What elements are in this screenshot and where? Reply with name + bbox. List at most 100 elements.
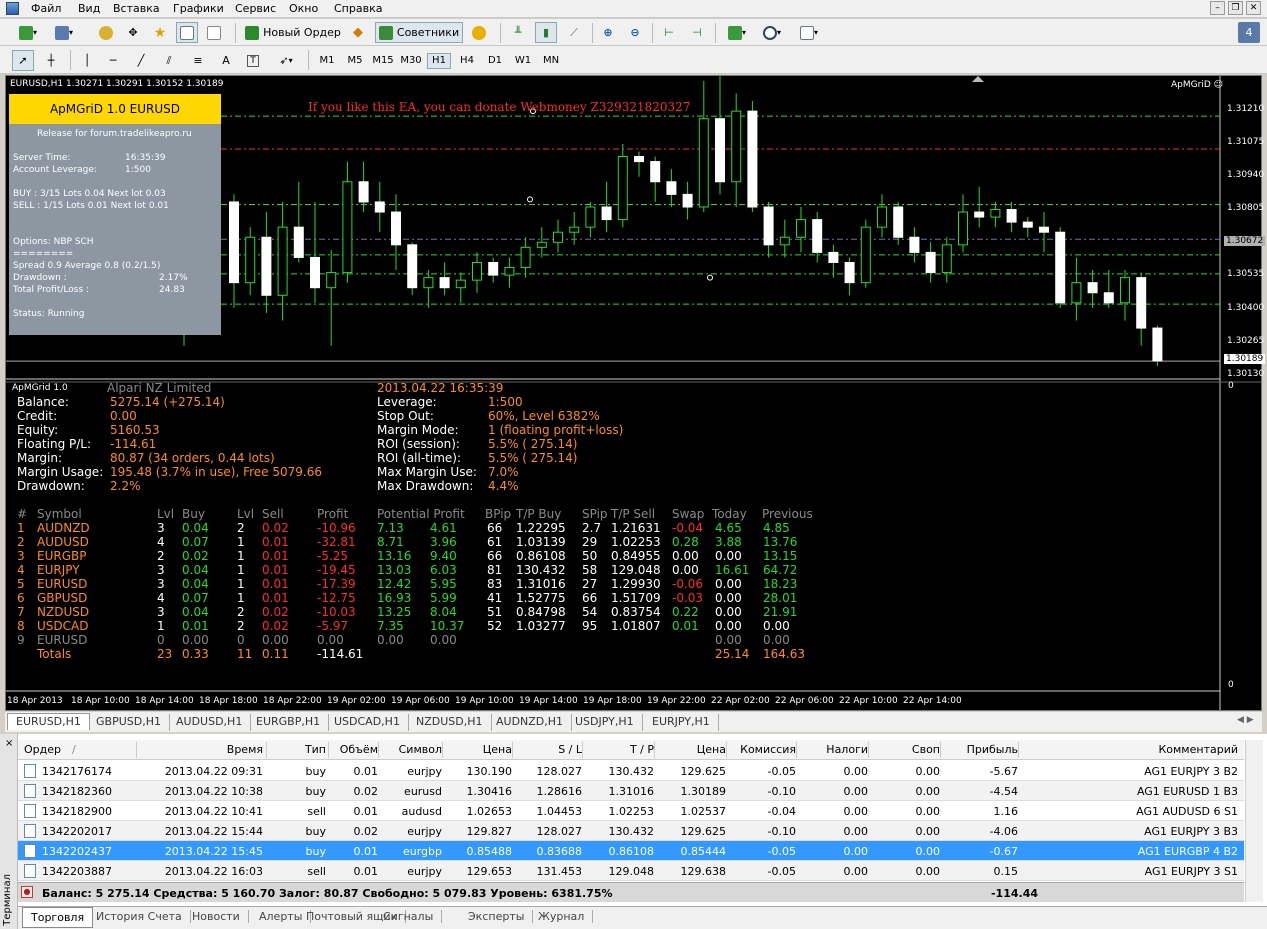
- chart-tab[interactable]: EURUSD,H1: [7, 713, 90, 730]
- tf-mn[interactable]: MN: [539, 53, 563, 69]
- periods-icon[interactable]: ▾: [757, 22, 787, 43]
- trendline-icon[interactable]: ╱: [131, 50, 151, 71]
- autoscroll-icon[interactable]: ⊢: [658, 22, 680, 43]
- cursor-icon[interactable]: ➚: [12, 50, 34, 71]
- order-row[interactable]: 1342182900 2013.04.22 10:41 sell 0.01 audusd…: [18, 801, 1244, 821]
- tf-m15[interactable]: M15: [371, 53, 395, 69]
- minimize-icon[interactable]: –: [1210, 1, 1225, 15]
- tf-m1[interactable]: M1: [315, 53, 339, 69]
- order-row[interactable]: 1342176174 2013.04.22 09:31 buy 0.01 eurjpy 1…: [18, 761, 1244, 781]
- menu-view[interactable]: Вид: [78, 2, 100, 15]
- tf-h4[interactable]: H4: [455, 53, 479, 69]
- zoom-out-icon[interactable]: ⊖: [624, 22, 646, 43]
- orders-column-header[interactable]: Комиссия: [728, 743, 796, 756]
- chart-window[interactable]: EURUSD,H1 1.30271 1.30291 1.30152 1.3018…: [5, 75, 1266, 711]
- menu-tools[interactable]: Сервис: [235, 2, 276, 15]
- text-label-icon[interactable]: T: [243, 50, 263, 71]
- chart-tab[interactable]: NZDUSD,H1: [408, 714, 492, 731]
- terminal-tab[interactable]: Журнал: [530, 910, 594, 923]
- notifications-badge[interactable]: 4: [1238, 22, 1260, 43]
- tf-w1[interactable]: W1: [511, 53, 535, 69]
- crosshair-nav-icon[interactable]: ✥: [122, 22, 144, 43]
- symbol-table-cell: 13.03: [377, 563, 412, 577]
- new-chart-icon[interactable]: ▾: [12, 22, 44, 43]
- chart-tab[interactable]: GBPUSD,H1: [88, 714, 170, 731]
- order-cell: 130.432: [608, 765, 655, 778]
- order-row[interactable]: 1342202017 2013.04.22 15:44 buy 0.02 eurjpy 1…: [18, 821, 1244, 841]
- order-row[interactable]: 1342203887 2013.04.22 16:03 sell 0.01 eurjpy…: [18, 861, 1244, 881]
- orders-column-header[interactable]: Время: [138, 743, 263, 756]
- crosshair-icon[interactable]: ┼: [40, 50, 62, 71]
- arrows-icon[interactable]: ➶ ▾: [270, 50, 302, 71]
- expert-advisors-button[interactable]: Советники: [375, 22, 463, 43]
- chart-tab[interactable]: EURJPY,H1: [644, 714, 719, 731]
- chart-tab[interactable]: USDCAD,H1: [326, 714, 409, 731]
- orders-column-header[interactable]: Налоги: [798, 743, 868, 756]
- time-tick: 19 Apr 02:00: [327, 696, 386, 706]
- chart-shift-icon[interactable]: ⊣: [686, 22, 708, 43]
- terminal-tab[interactable]: История Счета: [88, 910, 191, 923]
- zoom-in-icon[interactable]: ⊕: [597, 22, 619, 43]
- new-order-button[interactable]: Новый Ордер: [242, 22, 344, 43]
- terminal-toggle-icon[interactable]: [176, 22, 198, 43]
- terminal-close-icon[interactable]: ×: [5, 738, 13, 749]
- line-chart-icon[interactable]: ⟋: [563, 22, 585, 43]
- orders-column-header[interactable]: Своп: [870, 743, 940, 756]
- profiles-icon[interactable]: ▾: [48, 22, 80, 43]
- chart-tabs-scroll-icon[interactable]: ◀ ▶: [1237, 715, 1254, 725]
- ea-panel-title: ApMGriD 1.0 EURUSD: [9, 94, 221, 124]
- symbol-table-total: Totals: [37, 647, 72, 661]
- fibonacci-icon[interactable]: ≡: [187, 50, 209, 71]
- orders-scrollbar[interactable]: [1245, 740, 1263, 902]
- orders-column-header[interactable]: Тип: [268, 743, 326, 756]
- order-cell: 129.625: [680, 825, 727, 838]
- candlestick-chart-icon[interactable]: ▮: [535, 22, 557, 43]
- menu-window[interactable]: Окно: [289, 2, 318, 15]
- tf-m30[interactable]: M30: [399, 53, 423, 69]
- orders-column-header[interactable]: Символ: [380, 743, 442, 756]
- menu-file[interactable]: Файл: [31, 2, 61, 15]
- favorites-icon[interactable]: ★: [149, 22, 171, 43]
- horizontal-line-icon[interactable]: ─: [103, 50, 123, 71]
- terminal-tab[interactable]: Сигналы: [375, 910, 443, 923]
- metaeditor-icon[interactable]: ◆: [347, 22, 369, 43]
- signals-icon[interactable]: [467, 22, 491, 43]
- chart-tab[interactable]: AUDUSD,H1: [168, 714, 252, 731]
- tester-icon[interactable]: [203, 22, 225, 43]
- orders-column-header[interactable]: S / L: [514, 743, 582, 756]
- menu-insert[interactable]: Вставка: [113, 2, 160, 15]
- order-document-icon: [24, 764, 36, 778]
- terminal-tab[interactable]: Эксперты: [460, 910, 534, 923]
- menu-help[interactable]: Справка: [334, 2, 382, 15]
- orders-column-header[interactable]: Объём: [330, 743, 378, 756]
- orders-column-header[interactable]: Ордер: [24, 743, 79, 756]
- vertical-line-icon[interactable]: │: [77, 50, 97, 71]
- close-icon[interactable]: ✕: [1246, 1, 1261, 15]
- chart-tab[interactable]: EURGBP,H1: [248, 714, 330, 731]
- orders-column-header[interactable]: Цена: [656, 743, 726, 756]
- tf-m5[interactable]: M5: [343, 53, 367, 69]
- indicators-icon[interactable]: ▾: [722, 22, 752, 43]
- terminal-tab[interactable]: Торговля: [22, 907, 94, 928]
- templates-icon[interactable]: ▾: [792, 22, 826, 43]
- market-watch-icon[interactable]: [95, 22, 117, 43]
- tf-d1[interactable]: D1: [483, 53, 507, 69]
- order-row[interactable]: 1342202437 2013.04.22 15:45 buy 0.01 eurgbp 0…: [18, 841, 1244, 861]
- tf-h1[interactable]: H1: [427, 53, 451, 69]
- orders-column-header[interactable]: Комментарий: [1020, 743, 1238, 756]
- symbol-table-cell: 0.07: [182, 535, 209, 549]
- bar-chart-icon[interactable]: ╨: [507, 22, 529, 43]
- orders-column-header[interactable]: Цена: [444, 743, 512, 756]
- chart-tab[interactable]: USDJPY,H1: [567, 714, 643, 731]
- terminal-tab[interactable]: Новости: [184, 910, 249, 923]
- equidistant-channel-icon[interactable]: ⫽: [158, 50, 180, 71]
- price-tick: 1.31210: [1227, 104, 1265, 114]
- orders-column-header[interactable]: T / P: [584, 743, 654, 756]
- orders-column-header[interactable]: Прибыль: [942, 743, 1018, 756]
- candle-body: [407, 244, 418, 289]
- chart-tab[interactable]: AUDNZD,H1: [488, 714, 573, 731]
- menu-charts[interactable]: Графики: [173, 2, 224, 15]
- text-tool-icon[interactable]: A: [216, 50, 236, 71]
- restore-icon[interactable]: ❐: [1228, 1, 1243, 15]
- order-row[interactable]: 1342182360 2013.04.22 10:38 buy 0.02 eurusd 1…: [18, 781, 1244, 801]
